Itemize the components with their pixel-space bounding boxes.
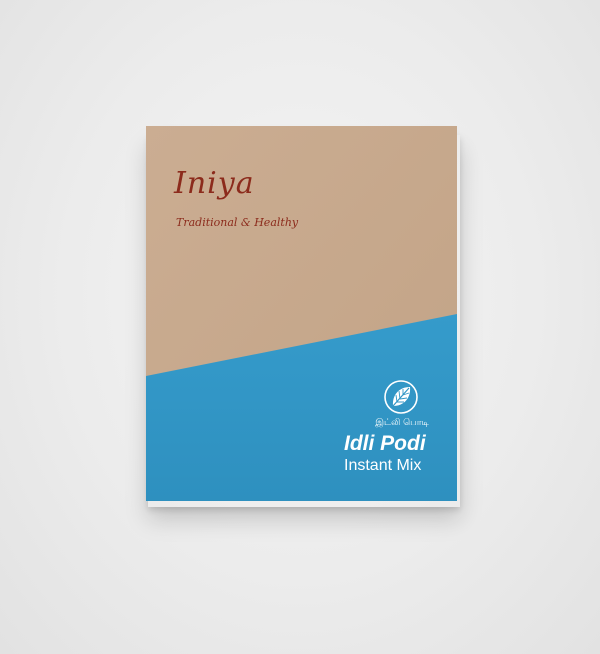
brand-tagline: Traditional & Healthy (176, 216, 299, 229)
tamil-product-name: இட்லி பொடி (375, 418, 429, 428)
product-name: Idli Podi (344, 432, 426, 455)
leaf-in-circle-icon (384, 380, 418, 414)
product-box: Iniya Traditional & Healthy இட்லி பொடி I… (146, 126, 457, 501)
brand-name: Iniya (174, 166, 255, 201)
product-subtitle: Instant Mix (344, 457, 422, 474)
